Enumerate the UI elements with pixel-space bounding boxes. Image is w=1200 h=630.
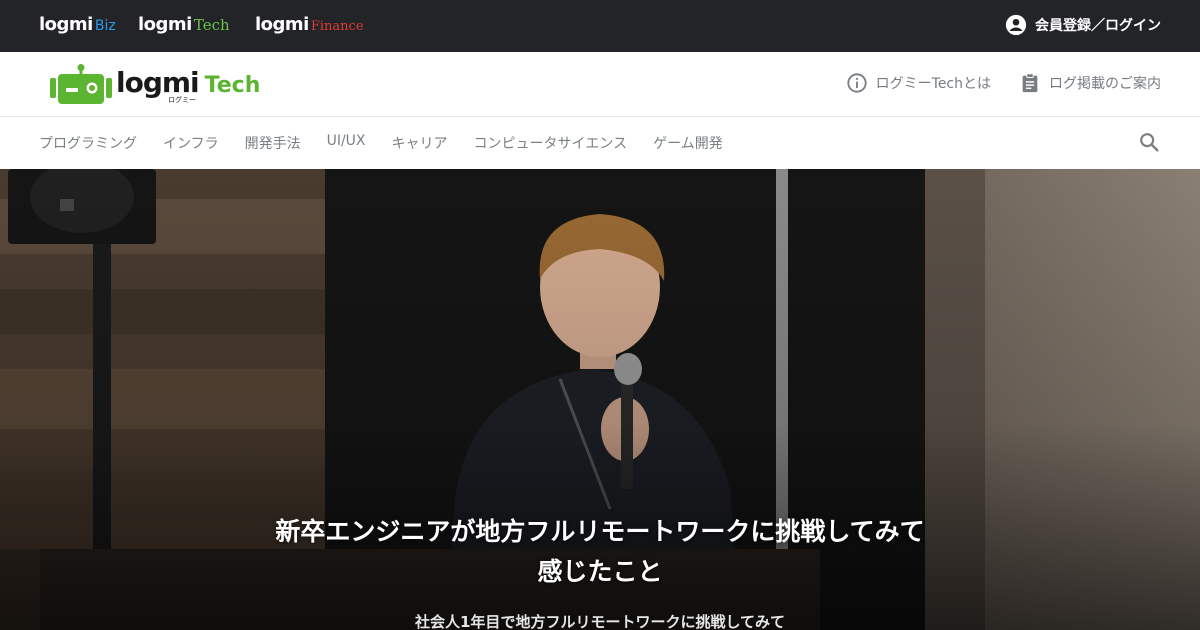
article-title[interactable]: 新卒エンジニアが地方フルリモートワークに挑戦してみて 感じたこと xyxy=(200,512,1000,592)
brand-name: logmi xyxy=(138,14,192,35)
logmi-tech-link[interactable]: logmi Tech xyxy=(138,14,230,35)
hero-banner[interactable]: 新卒エンジニアが地方フルリモートワークに挑戦してみて 感じたこと 社会人1年目で… xyxy=(0,169,1200,630)
brand-name: logmi xyxy=(255,14,309,35)
category-infra[interactable]: インフラ xyxy=(163,133,219,153)
brand-suffix: Tech xyxy=(193,16,230,34)
search-icon[interactable] xyxy=(1138,131,1160,153)
site-logo[interactable]: logmi Tech ログミー xyxy=(50,64,260,106)
category-nav: プログラミング インフラ 開発手法 UI/UX キャリア コンピュータサイエンス… xyxy=(0,117,1200,169)
category-list: プログラミング インフラ 開発手法 UI/UX キャリア コンピュータサイエンス… xyxy=(39,133,749,153)
article-title-line1: 新卒エンジニアが地方フルリモートワークに挑戦してみて xyxy=(275,517,925,546)
about-link[interactable]: ログミーTechとは xyxy=(846,72,991,94)
about-link-label: ログミーTechとは xyxy=(875,76,991,92)
category-career[interactable]: キャリア xyxy=(392,133,448,153)
category-game-dev[interactable]: ゲーム開発 xyxy=(653,133,723,153)
category-computer-science[interactable]: コンピュータサイエンス xyxy=(474,133,628,153)
logo-kana-text: ログミー xyxy=(168,95,196,104)
article-title-line2: 感じたこと xyxy=(537,557,663,586)
publish-guide-link[interactable]: ログ掲載のご案内 xyxy=(1019,72,1161,94)
logo-wordmark: logmi Tech ログミー xyxy=(116,66,260,105)
info-icon xyxy=(847,73,867,93)
robot-logo-icon xyxy=(50,64,112,104)
login-label: 会員登録／ログイン xyxy=(1035,18,1161,34)
header-links: ログミーTechとは ログ掲載のご案内 xyxy=(818,72,1161,94)
network-bar: logmi Biz logmi Tech logmi Finance 会員登録／… xyxy=(0,0,1200,52)
logmi-biz-link[interactable]: logmi Biz xyxy=(39,14,116,35)
category-uiux[interactable]: UI/UX xyxy=(327,133,366,153)
logmi-finance-link[interactable]: logmi Finance xyxy=(255,14,364,35)
brand-suffix: Finance xyxy=(310,19,364,34)
clipboard-icon xyxy=(1022,73,1038,93)
login-button[interactable]: 会員登録／ログイン xyxy=(1005,14,1161,36)
category-dev-method[interactable]: 開発手法 xyxy=(245,133,301,153)
site-header: logmi Tech ログミー ログミーTechとは ログ掲載のご案内 xyxy=(0,52,1200,117)
brand-name: logmi xyxy=(39,14,93,35)
category-programming[interactable]: プログラミング xyxy=(39,133,137,153)
article-subtitle: 社会人1年目で地方フルリモートワークに挑戦してみて xyxy=(415,613,785,630)
user-circle-icon xyxy=(1005,14,1027,36)
publish-guide-label: ログ掲載のご案内 xyxy=(1049,76,1161,92)
brand-suffix: Biz xyxy=(94,18,116,34)
